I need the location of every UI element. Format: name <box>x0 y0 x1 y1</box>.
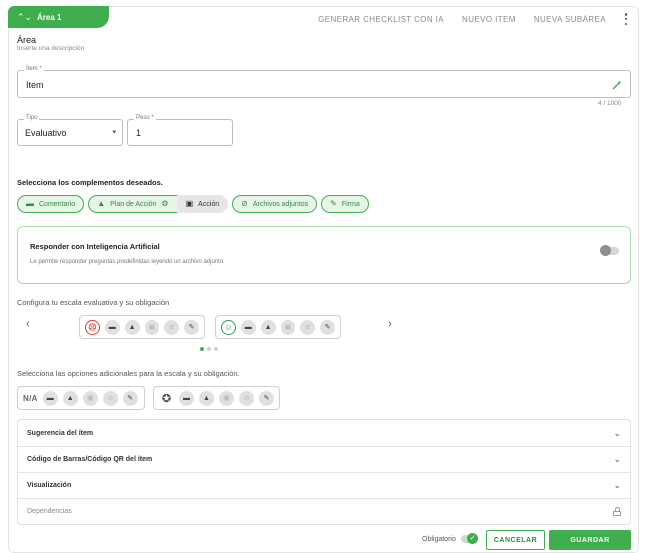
ai-answer-title: Responder con Inteligencia Artificial <box>30 242 160 251</box>
weight-field-label: Peso * <box>134 115 156 121</box>
signature-icon[interactable]: ✎ <box>320 319 335 335</box>
more-options-icon[interactable] <box>623 13 629 25</box>
item-char-counter: 4 / 1000 <box>598 100 622 107</box>
pagination-dot[interactable] <box>214 347 218 351</box>
accordion-item-suggestion[interactable]: Sugerencia del ítem ⌄ <box>18 420 630 446</box>
chip-attachments-label: Archivos adjuntos <box>252 200 309 208</box>
warning-icon: ▲ <box>97 199 106 208</box>
scale-prev-arrow[interactable]: ‹ <box>26 318 30 330</box>
action-icon[interactable]: ▣ <box>280 319 296 335</box>
accordion-label: Dependencias <box>27 508 72 515</box>
comment-icon: ▬ <box>26 199 34 208</box>
accordion-item-visualization[interactable]: Visualización ⌄ <box>18 472 630 498</box>
type-select-label: Tipo <box>24 115 40 121</box>
accordion-label: Código de Barras/Código QR del ítem <box>27 456 153 463</box>
warning-icon[interactable]: ▲ <box>124 319 140 335</box>
chip-attachments[interactable]: ⊘ Archivos adjuntos <box>232 195 318 213</box>
pagination-dot[interactable] <box>207 347 211 351</box>
paperclip-icon: ⊘ <box>241 199 248 208</box>
chevron-down-icon[interactable]: ⌄ <box>613 454 621 465</box>
scale-next-arrow[interactable]: › <box>388 318 392 330</box>
chip-action[interactable]: ▣ Acción <box>176 195 229 213</box>
extra-options-title: Selecciona las opciones adicionales para… <box>17 369 240 378</box>
item-field[interactable]: Ítem * Item <box>17 66 631 98</box>
area-tab-title: Área 1 <box>37 12 62 22</box>
cancel-button[interactable]: CANCELAR <box>486 530 545 550</box>
generate-checklist-button[interactable]: GENERAR CHECKLIST CON IA <box>318 15 444 24</box>
chip-action-label: Acción <box>198 200 220 208</box>
warning-icon[interactable]: ▲ <box>199 390 214 406</box>
signature-icon[interactable]: ✎ <box>184 319 199 335</box>
action-icon[interactable]: ▣ <box>219 390 234 406</box>
accordion-label: Visualización <box>27 482 72 489</box>
item-field-value[interactable]: Item <box>26 80 44 90</box>
magic-wand-icon[interactable] <box>612 80 622 90</box>
chip-action-plan[interactable]: ▲ Plan de Acción ⚙ <box>88 195 178 213</box>
new-item-button[interactable]: NUEVO ITEM <box>462 15 516 24</box>
ai-answer-toggle[interactable] <box>600 245 619 256</box>
action-icon: ▣ <box>185 199 194 208</box>
item-field-label: Ítem * <box>24 66 44 72</box>
scale-option-good[interactable]: ☺ ▬ ▲ ▣ ⊘ ✎ <box>215 315 341 339</box>
accordion-label: Sugerencia del ítem <box>27 429 94 437</box>
caret-down-icon: ▾ <box>112 129 116 136</box>
paperclip-icon[interactable]: ⊘ <box>300 319 316 335</box>
area-title[interactable]: Área <box>17 35 36 45</box>
ai-answer-description: Le permite responder preguntas predefini… <box>30 259 225 265</box>
badge-icon: ✪ <box>159 390 174 406</box>
area-description[interactable]: Inserte una descripción <box>17 45 84 52</box>
chip-comment-label: Comentario <box>39 200 76 208</box>
comment-icon[interactable]: ▬ <box>104 319 120 335</box>
chevron-down-icon[interactable]: ⌄ <box>613 480 621 491</box>
chip-comment[interactable]: ▬ Comentario <box>17 195 85 213</box>
signature-icon[interactable]: ✎ <box>259 390 274 406</box>
settings-icon[interactable]: ⚙ <box>161 200 168 208</box>
required-label: Obligatorio <box>422 536 456 543</box>
ai-answer-card: Responder con Inteligencia Artificial Le… <box>17 226 631 284</box>
chip-action-plan-label: Plan de Acción <box>110 200 157 208</box>
accordion-item-dependencies: Dependencias <box>18 498 630 524</box>
weight-field-value[interactable]: 1 <box>136 128 141 138</box>
lock-icon <box>613 507 621 516</box>
comment-icon[interactable]: ▬ <box>240 319 256 335</box>
signature-icon[interactable]: ✎ <box>122 390 138 406</box>
chip-signature-label: Firma <box>341 200 360 208</box>
pagination-dot[interactable] <box>200 347 204 351</box>
comment-icon[interactable]: ▬ <box>42 390 58 406</box>
complement-chips: ▬ Comentario ▲ Plan de Acción ⚙ ▣ Acción… <box>17 195 369 213</box>
action-icon[interactable]: ▣ <box>144 319 160 335</box>
type-select-value: Evaluativo <box>25 128 67 138</box>
signature-icon: ✎ <box>330 199 337 208</box>
save-button[interactable]: GUARDAR <box>549 530 631 550</box>
type-select[interactable]: Tipo Evaluativo ▾ <box>17 115 123 146</box>
weight-field[interactable]: Peso * 1 <box>127 115 233 146</box>
comment-icon[interactable]: ▬ <box>179 390 194 406</box>
expand-collapse-icon[interactable]: ⌃⌄ <box>17 13 32 22</box>
warning-icon[interactable]: ▲ <box>62 390 78 406</box>
happy-face-icon: ☺ <box>221 319 236 335</box>
na-label: N/A <box>23 393 38 403</box>
paperclip-icon[interactable]: ⊘ <box>102 390 118 406</box>
paperclip-icon[interactable]: ⊘ <box>164 319 180 335</box>
check-icon: ✓ <box>467 533 478 544</box>
chevron-down-icon[interactable]: ⌄ <box>613 428 621 439</box>
warning-icon[interactable]: ▲ <box>260 319 276 335</box>
top-actions: GENERAR CHECKLIST CON IA NUEVO ITEM NUEV… <box>318 15 606 24</box>
scale-pagination <box>200 347 218 351</box>
new-subarea-button[interactable]: NUEVA SUBÁREA <box>534 15 606 24</box>
extra-option-na[interactable]: N/A ▬ ▲ ▣ ⊘ ✎ <box>17 386 145 410</box>
required-toggle[interactable]: ✓ <box>461 533 478 544</box>
scale-title: Configura tu escala evaluativa y su obli… <box>17 298 170 307</box>
accordion-item-barcode[interactable]: Código de Barras/Código QR del ítem ⌄ <box>18 446 630 472</box>
action-icon[interactable]: ▣ <box>82 390 98 406</box>
paperclip-icon[interactable]: ⊘ <box>239 390 254 406</box>
item-options-accordion: Sugerencia del ítem ⌄ Código de Barras/C… <box>17 419 631 525</box>
scale-option-bad[interactable]: ☹ ▬ ▲ ▣ ⊘ ✎ <box>79 315 205 339</box>
extra-option-badge[interactable]: ✪ ▬ ▲ ▣ ⊘ ✎ <box>153 386 280 410</box>
sad-face-icon: ☹ <box>85 319 100 335</box>
chip-signature[interactable]: ✎ Firma <box>321 195 369 213</box>
area-tab[interactable]: ⌃⌄ Área 1 <box>8 6 109 28</box>
complements-title: Selecciona los complementos deseados. <box>17 178 163 187</box>
